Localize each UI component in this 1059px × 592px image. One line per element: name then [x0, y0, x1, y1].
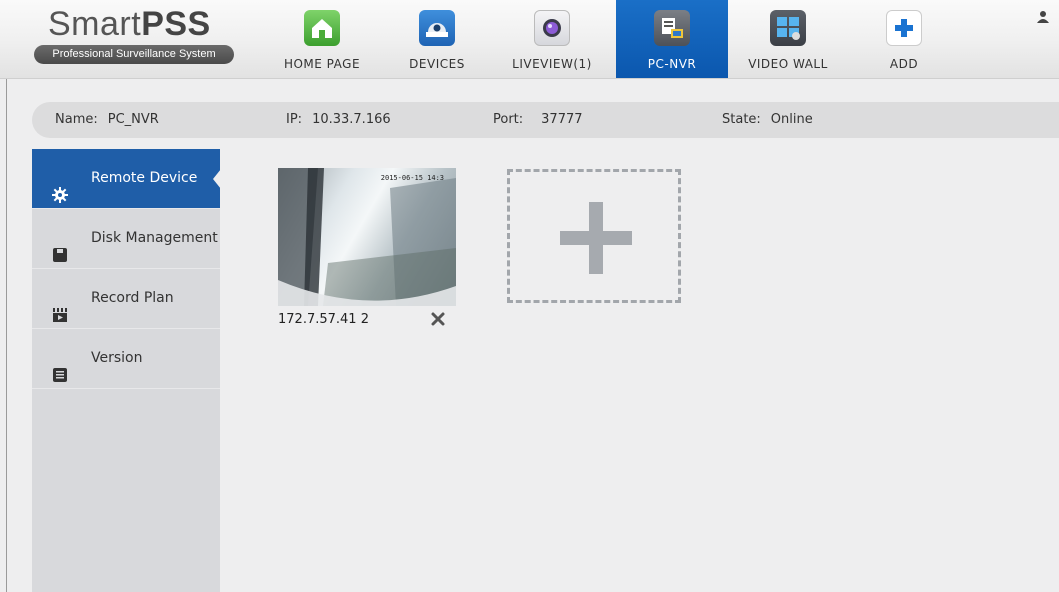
- list-icon: [52, 350, 68, 382]
- plus-icon: [560, 202, 632, 274]
- tab-pc-nvr[interactable]: PC-NVR: [616, 0, 728, 78]
- sidebar-item-disk-management[interactable]: Disk Management: [32, 209, 220, 269]
- tab-label: ADD: [889, 57, 919, 71]
- camera-preview-thumbnail[interactable]: 2015-06-15 14:3: [278, 168, 456, 306]
- home-icon: [304, 10, 340, 46]
- add-remote-device-button[interactable]: [507, 169, 681, 303]
- top-bar: SmartPSS Professional Surveillance Syste…: [0, 0, 1059, 79]
- tab-label: HOME PAGE: [283, 57, 361, 71]
- tab-label: PC-NVR: [647, 57, 697, 71]
- clapperboard-icon: [52, 290, 68, 322]
- close-icon[interactable]: [430, 311, 446, 327]
- remote-device-card[interactable]: 2015-06-15 14:3 172.7.57.41 2: [278, 168, 456, 336]
- info-state: State: Online: [722, 112, 813, 127]
- app-subtitle: Professional Surveillance System: [34, 45, 234, 64]
- info-ip: IP: 10.33.7.166: [286, 112, 391, 127]
- device-info-bar: Name: PC_NVR IP: 10.33.7.166 Port: 37777 St…: [32, 102, 1059, 138]
- app-logo: SmartPSS: [48, 5, 211, 43]
- tab-devices[interactable]: DEVICES: [381, 0, 493, 78]
- tab-liveview[interactable]: LIVEVIEW(1): [496, 0, 608, 78]
- camera-dome-icon: [419, 10, 455, 46]
- tab-add[interactable]: ADD: [848, 0, 960, 78]
- plus-icon: [886, 10, 922, 46]
- tab-label: VIDEO WALL: [748, 57, 828, 71]
- user-icon[interactable]: [1036, 9, 1050, 23]
- device-name: 172.7.57.41 2: [278, 312, 369, 327]
- pc-nvr-icon: [654, 10, 690, 46]
- sidebar-item-record-plan[interactable]: Record Plan: [32, 269, 220, 329]
- info-name: Name: PC_NVR: [55, 112, 159, 127]
- sidebar: Remote Device Disk Management Record Pla…: [32, 149, 221, 592]
- thumbnail-timestamp: 2015-06-15 14:3: [380, 174, 444, 182]
- tab-label: LIVEVIEW(1): [512, 57, 592, 71]
- info-port: Port: 37777: [493, 112, 583, 127]
- video-wall-icon: [770, 10, 806, 46]
- sidebar-item-version[interactable]: Version: [32, 329, 220, 389]
- sidebar-item-remote-device[interactable]: Remote Device: [32, 149, 221, 209]
- window-left-border: [6, 78, 7, 592]
- disk-icon: [52, 230, 68, 262]
- lens-icon: [534, 10, 570, 46]
- gear-icon: [52, 170, 68, 203]
- tab-label: DEVICES: [409, 57, 465, 71]
- tab-video-wall[interactable]: VIDEO WALL: [732, 0, 844, 78]
- tab-home-page[interactable]: HOME PAGE: [266, 0, 378, 78]
